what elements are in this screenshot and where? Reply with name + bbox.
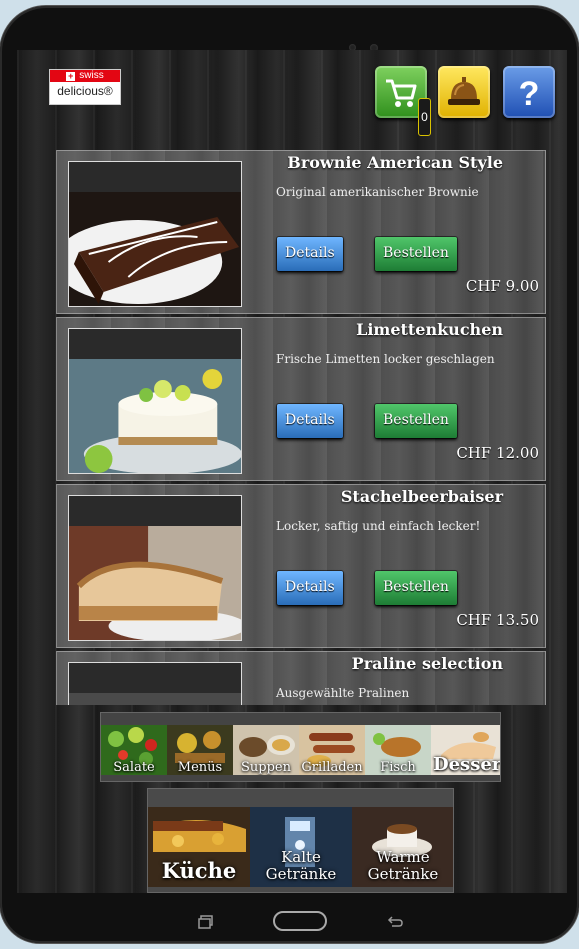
call-service-button[interactable] bbox=[438, 66, 490, 118]
lime-cake-photo bbox=[69, 359, 241, 473]
app-screen: + swiss delicious® 0 ? Brownie American … bbox=[17, 50, 567, 893]
product-description: Frische Limetten locker geschlagen bbox=[276, 352, 495, 366]
category-bar: Salate Menüs Suppen Grilladen Fisch Dess… bbox=[100, 712, 501, 782]
recent-apps-icon[interactable] bbox=[198, 915, 214, 929]
order-button[interactable]: Bestellen bbox=[375, 237, 457, 271]
cart-count-badge: 0 bbox=[418, 98, 431, 136]
shopping-cart-icon bbox=[386, 79, 417, 107]
home-icon[interactable] bbox=[272, 910, 328, 932]
category-label: Fisch bbox=[380, 760, 416, 775]
product-price: CHF 12.00 bbox=[456, 444, 539, 462]
logo-top-text: swiss bbox=[79, 70, 104, 81]
product-card: Stachelbeerbaiser Locker, saftig und ein… bbox=[56, 484, 546, 648]
product-image-lime-cake[interactable] bbox=[68, 328, 242, 474]
product-price: CHF 13.50 bbox=[456, 611, 539, 629]
order-button[interactable]: Bestellen bbox=[375, 404, 457, 438]
product-card: Praline selection Ausgewählte Pralinen bbox=[56, 651, 546, 705]
section-warme-getraenke[interactable]: Warme Getränke bbox=[352, 807, 453, 887]
order-button[interactable]: Bestellen bbox=[375, 571, 457, 605]
details-button[interactable]: Details bbox=[277, 404, 343, 438]
meringue-photo bbox=[69, 526, 241, 640]
section-label: Warme Getränke bbox=[367, 848, 439, 883]
product-price: CHF 9.00 bbox=[465, 277, 539, 295]
product-image-meringue[interactable] bbox=[68, 495, 242, 641]
category-suppen[interactable]: Suppen bbox=[233, 725, 299, 775]
tablet-frame: + swiss delicious® 0 ? Brownie American … bbox=[0, 6, 579, 943]
category-label: Menüs bbox=[177, 760, 223, 775]
product-title: Limettenkuchen bbox=[356, 320, 503, 339]
service-bell-icon bbox=[448, 77, 480, 105]
category-dessert[interactable]: Dessert bbox=[431, 725, 501, 775]
category-fisch[interactable]: Fisch bbox=[365, 725, 431, 775]
system-navigation-bar bbox=[0, 893, 579, 949]
help-button[interactable]: ? bbox=[503, 66, 555, 118]
product-title: Stachelbeerbaiser bbox=[340, 487, 503, 506]
section-bar: Küche Kalte Getränke Warme Getränke bbox=[147, 788, 454, 893]
product-image-praline[interactable] bbox=[68, 662, 242, 705]
category-salate[interactable]: Salate bbox=[101, 725, 167, 775]
svg-text:?: ? bbox=[519, 75, 540, 110]
section-kalte-getraenke[interactable]: Kalte Getränke bbox=[250, 807, 352, 887]
category-label: Suppen bbox=[241, 760, 291, 775]
category-label: Dessert bbox=[433, 754, 501, 775]
category-grilladen[interactable]: Grilladen bbox=[299, 725, 365, 775]
product-title: Praline selection bbox=[351, 654, 503, 673]
back-icon[interactable] bbox=[386, 915, 404, 929]
section-label: Kalte Getränke bbox=[265, 848, 337, 883]
product-list[interactable]: Brownie American Style Original amerikan… bbox=[56, 150, 546, 705]
logo-bottom-text: delicious® bbox=[57, 84, 113, 98]
product-title: Brownie American Style bbox=[287, 153, 503, 172]
product-card: Limettenkuchen Frische Limetten locker g… bbox=[56, 317, 546, 481]
category-label: Salate bbox=[113, 760, 155, 775]
brownie-photo bbox=[69, 192, 241, 306]
swiss-delicious-logo: + swiss delicious® bbox=[49, 69, 121, 105]
section-label: Küche bbox=[161, 858, 237, 883]
section-kueche[interactable]: Küche bbox=[148, 807, 250, 887]
product-card: Brownie American Style Original amerikan… bbox=[56, 150, 546, 314]
details-button[interactable]: Details bbox=[277, 237, 343, 271]
product-description: Ausgewählte Pralinen bbox=[276, 686, 410, 700]
praline-photo bbox=[69, 693, 241, 705]
details-button[interactable]: Details bbox=[277, 571, 343, 605]
category-label: Grilladen bbox=[301, 760, 363, 775]
product-description: Locker, saftig und einfach lecker! bbox=[276, 519, 481, 533]
question-mark-icon: ? bbox=[519, 75, 540, 110]
product-description: Original amerikanischer Brownie bbox=[276, 185, 479, 199]
swiss-cross-icon: + bbox=[66, 71, 76, 81]
category-menus[interactable]: Menüs bbox=[167, 725, 233, 775]
product-image-brownie[interactable] bbox=[68, 161, 242, 307]
